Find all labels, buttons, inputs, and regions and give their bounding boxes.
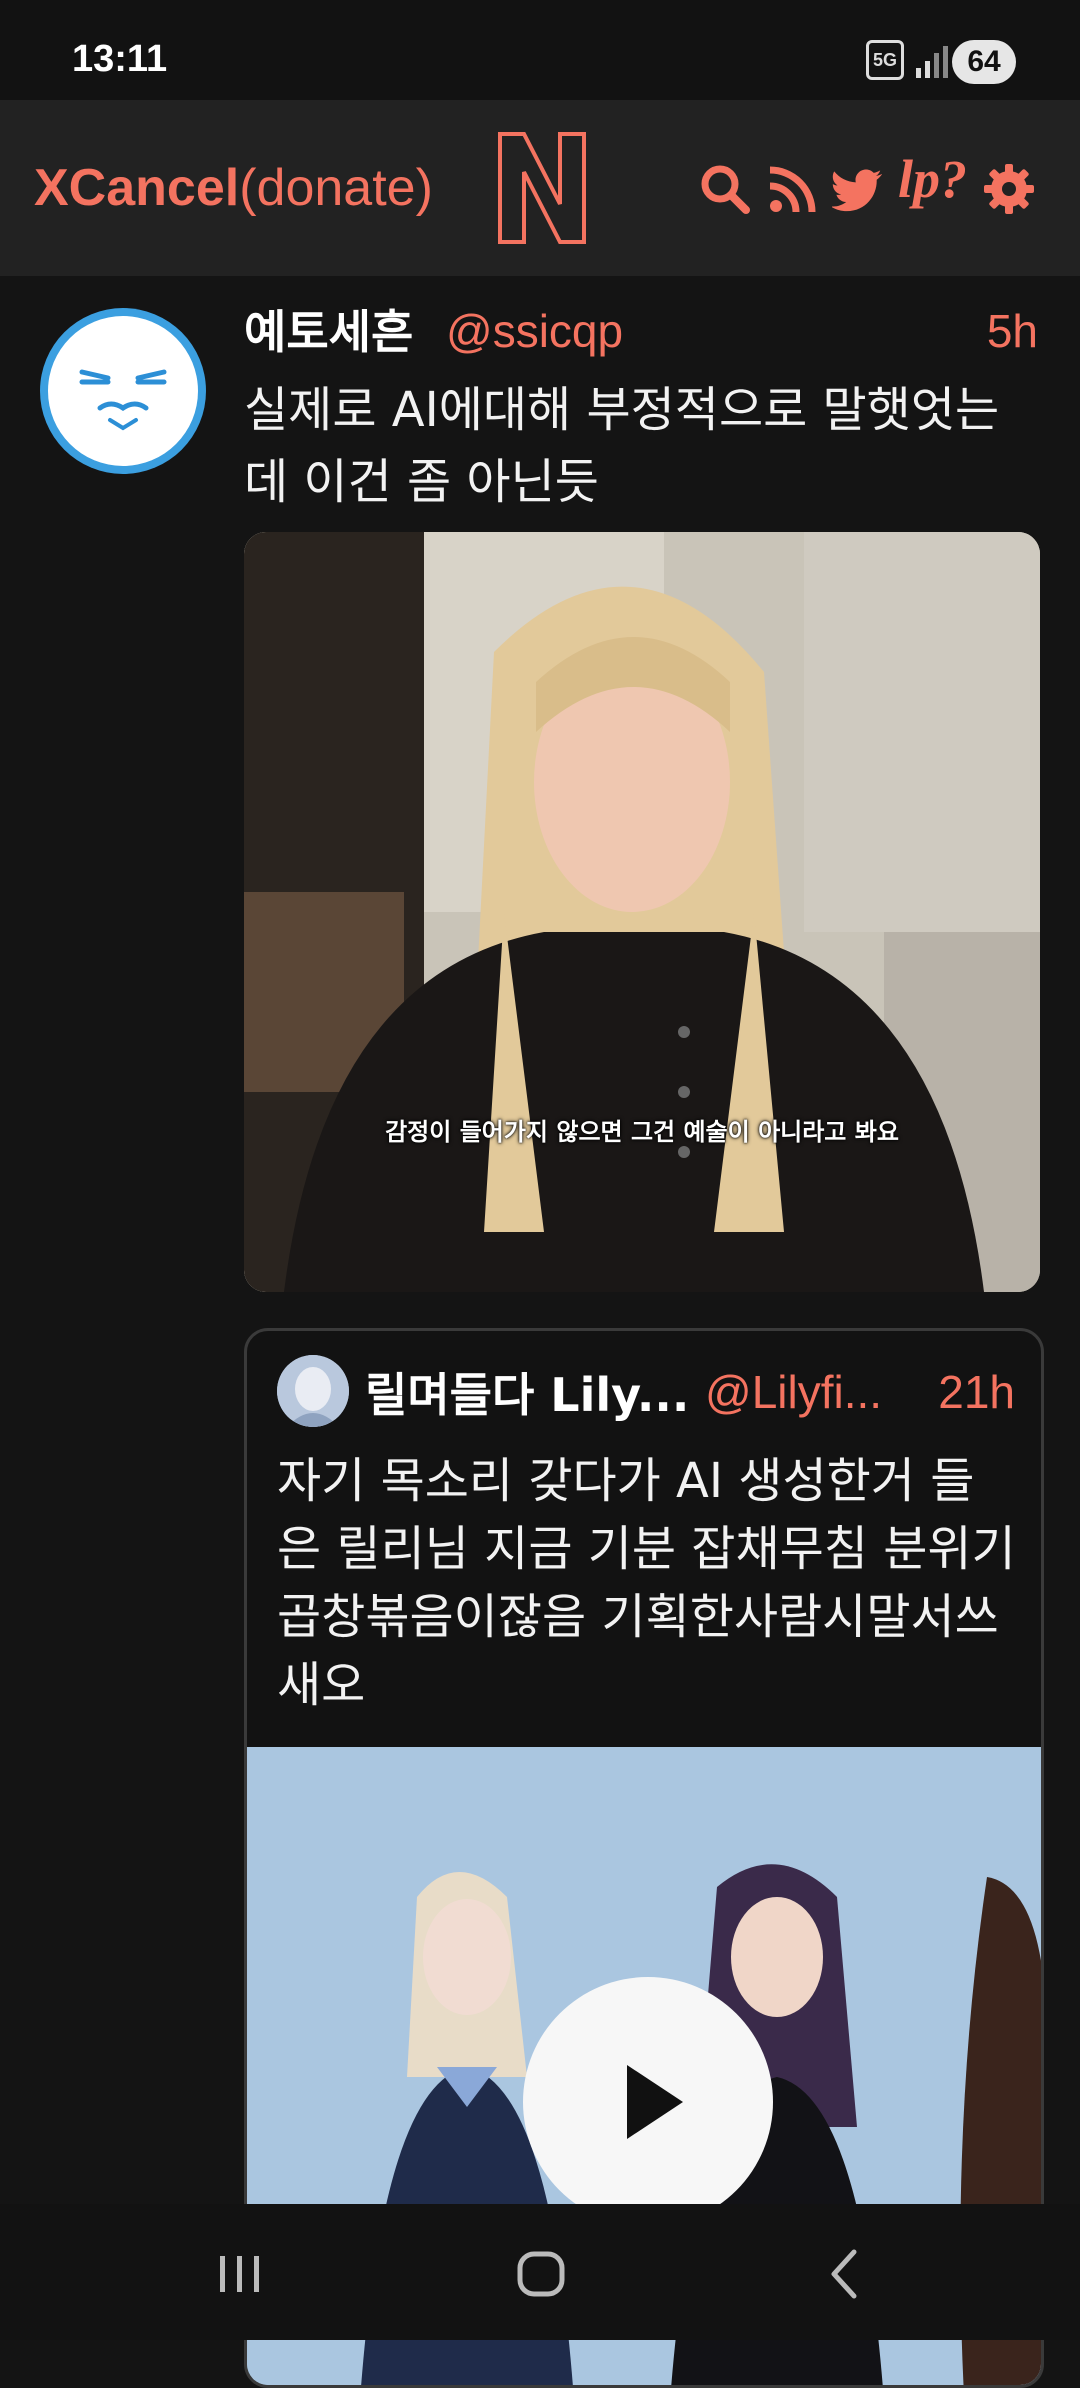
system-nav-bar bbox=[0, 2204, 1080, 2340]
recent-apps-icon bbox=[220, 2256, 259, 2292]
battery-indicator: 64 bbox=[952, 40, 1016, 84]
author-handle[interactable]: @ssicqp bbox=[446, 304, 623, 358]
quoted-author-handle[interactable]: @Lilyfi... bbox=[705, 1365, 882, 1419]
back-button[interactable] bbox=[800, 2234, 890, 2314]
search-icon[interactable] bbox=[698, 162, 752, 216]
donate-link[interactable]: (donate) bbox=[239, 159, 433, 217]
quoted-avatar[interactable] bbox=[277, 1355, 349, 1427]
signal-icon bbox=[916, 46, 948, 78]
back-chevron-icon bbox=[831, 2249, 857, 2299]
status-bar: 13:11 5G 64 bbox=[0, 0, 1080, 100]
quoted-author-name[interactable]: 릴며들다 Lily... bbox=[365, 1359, 689, 1425]
home-button[interactable] bbox=[496, 2234, 586, 2314]
brand-link[interactable]: XCancel(donate) bbox=[34, 158, 433, 218]
brand-name[interactable]: XCancel bbox=[34, 159, 239, 217]
video-frame-illustration bbox=[244, 532, 1040, 1292]
play-button[interactable] bbox=[523, 1977, 773, 2227]
nitter-logo-icon[interactable] bbox=[494, 130, 590, 246]
author-name[interactable]: 예토세흔 bbox=[244, 296, 413, 362]
network-5g-icon: 5G bbox=[866, 40, 904, 80]
play-icon bbox=[627, 2065, 683, 2139]
lp-question-icon[interactable]: lp? bbox=[898, 148, 967, 210]
quoted-timestamp[interactable]: 21h bbox=[938, 1365, 1015, 1419]
twitter-bird-icon[interactable] bbox=[830, 162, 886, 216]
tweet-timestamp[interactable]: 5h bbox=[987, 304, 1038, 358]
avatar[interactable] bbox=[40, 308, 206, 474]
home-icon bbox=[517, 2251, 565, 2297]
status-time: 13:11 bbox=[72, 38, 168, 80]
tweet-media-image[interactable]: 감정이 들어가지 않으면 그건 예술이 아니라고 봐요 bbox=[244, 532, 1040, 1292]
video-caption: 감정이 들어가지 않으면 그건 예술이 아니라고 봐요 bbox=[385, 1118, 899, 1146]
tweet-text: 실제로 AI에대해 부정적으로 말햇엇는데 이건 좀 아닌듯 bbox=[244, 382, 1000, 510]
quoted-tweet-text: 자기 목소리 갖다가 AI 생성한거 들은 릴리님 지금 기분 잡채무침 분위기… bbox=[277, 1453, 1016, 1713]
avatar-face-icon bbox=[48, 316, 198, 466]
recent-apps-button[interactable] bbox=[194, 2234, 284, 2314]
gear-icon[interactable] bbox=[982, 162, 1036, 216]
rss-icon[interactable] bbox=[766, 162, 820, 216]
app-header: XCancel(donate) lp? bbox=[0, 100, 1080, 276]
